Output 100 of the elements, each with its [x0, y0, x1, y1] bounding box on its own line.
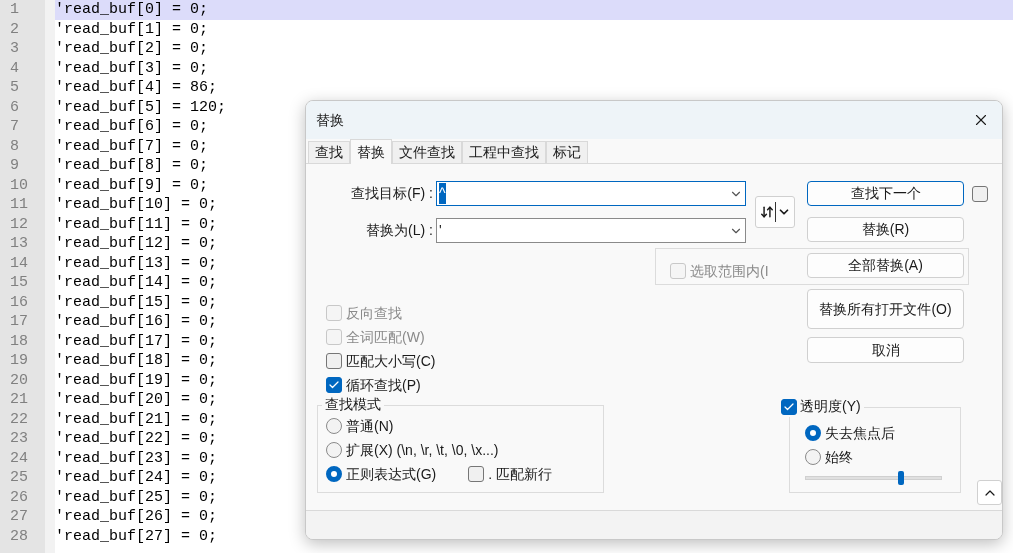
code-text: 'read_buf[8] = 0; [55, 156, 209, 176]
dialog-button[interactable]: 取消 [807, 337, 964, 363]
checkbox[interactable] [326, 353, 342, 369]
code-text: 'read_buf[2] = 0; [55, 39, 209, 59]
line-number: 8 [9, 136, 20, 156]
line-number: 23 [9, 429, 29, 449]
swap-arrows-icon [759, 205, 774, 219]
code-text: 'read_buf[21] = 0; [55, 409, 218, 429]
line-number: 21 [9, 390, 29, 410]
code-text: 'read_buf[23] = 0; [55, 448, 218, 468]
line-number: 15 [9, 273, 29, 293]
radio-label: 普通(N) [346, 416, 394, 436]
line-number: 11 [9, 195, 29, 215]
tab[interactable]: 查找 [308, 141, 350, 163]
line-number: 16 [9, 292, 29, 312]
combo-box[interactable]: ' [436, 218, 746, 243]
line-number: 5 [9, 78, 20, 98]
checkbox-label: 选取范围内(I [690, 261, 769, 281]
dialog-button[interactable]: 全部替换(A) [807, 253, 964, 278]
code-text: 'read_buf[26] = 0; [55, 507, 218, 527]
check-icon [328, 379, 340, 391]
checkbox-label: 循环查找(P) [346, 375, 421, 395]
code-text: 'read_buf[22] = 0; [55, 429, 218, 449]
dialog-button[interactable]: 查找下一个 [807, 181, 964, 206]
checkbox-label: 全词匹配(W) [346, 327, 425, 347]
code-text: 'read_buf[4] = 86; [55, 78, 218, 98]
field-value: ^ [439, 183, 446, 204]
code-text: 'read_buf[3] = 0; [55, 58, 209, 78]
field-label: 查找目标(F) : [350, 184, 434, 203]
tab[interactable]: 替换 [350, 139, 392, 164]
direction-button[interactable] [755, 196, 795, 228]
collapse-button[interactable] [977, 480, 1002, 505]
code-text: 'read_buf[18] = 0; [55, 351, 218, 371]
code-text: 'read_buf[14] = 0; [55, 273, 218, 293]
tab[interactable]: 文件查找 [392, 141, 462, 163]
code-text: 'read_buf[15] = 0; [55, 292, 218, 312]
field-label: 替换为(L) : [365, 221, 434, 240]
line-number: 28 [9, 526, 29, 546]
checkbox-label: 反向查找 [346, 303, 402, 323]
line-number: 12 [9, 214, 29, 234]
line-number: 26 [9, 487, 29, 507]
radio-button[interactable] [326, 442, 342, 458]
tab[interactable]: 标记 [546, 141, 588, 163]
window-title: 替换 [316, 110, 344, 130]
code-text: 'read_buf[24] = 0; [55, 468, 218, 488]
code-text: 'read_buf[9] = 0; [55, 175, 209, 195]
code-text: 'read_buf[10] = 0; [55, 195, 218, 215]
line-number: 3 [9, 39, 20, 59]
dialog-button[interactable]: 替换(R) [807, 217, 964, 242]
line-number: 27 [9, 507, 29, 527]
line-number: 13 [9, 234, 29, 254]
line-number: 2 [9, 19, 20, 39]
line-number: 14 [9, 253, 29, 273]
code-text: 'read_buf[6] = 0; [55, 117, 209, 137]
line-number: 1 [9, 0, 20, 20]
code-text: 'read_buf[12] = 0; [55, 234, 218, 254]
radio-button[interactable] [326, 466, 342, 482]
code-text: 'read_buf[25] = 0; [55, 487, 218, 507]
line-number: 25 [9, 468, 29, 488]
line-number: 6 [9, 97, 20, 117]
checkbox-label: 匹配大小写(C) [346, 351, 436, 371]
radio-button[interactable] [805, 425, 821, 441]
line-number: 18 [9, 331, 29, 351]
tab[interactable]: 工程中查找 [462, 141, 546, 163]
line-number: 19 [9, 351, 29, 371]
line-number: 17 [9, 312, 29, 332]
checkbox[interactable] [468, 466, 485, 482]
code-text: 'read_buf[27] = 0; [55, 526, 218, 546]
opacity-slider[interactable] [805, 471, 942, 485]
radio-label: 正则表达式(G) [346, 464, 437, 484]
checkbox[interactable] [781, 398, 797, 415]
radio-label: 始终 [825, 447, 853, 467]
checkbox[interactable] [972, 186, 988, 202]
code-text: 'read_buf[1] = 0; [55, 19, 209, 39]
code-text: 'read_buf[13] = 0; [55, 253, 218, 273]
code-text: 'read_buf[7] = 0; [55, 136, 209, 156]
code-text: 'read_buf[0] = 0; [55, 0, 209, 20]
code-text: 'read_buf[20] = 0; [55, 390, 218, 410]
field-value: ' [439, 221, 442, 240]
line-number: 4 [9, 58, 20, 78]
code-text: 'read_buf[11] = 0; [55, 214, 218, 234]
line-number: 20 [9, 370, 29, 390]
slider-thumb[interactable] [898, 471, 904, 485]
dialog-button[interactable]: 替换所有打开文件(O) [807, 289, 964, 329]
combo-box[interactable]: ^ [436, 181, 746, 206]
code-text: 'read_buf[19] = 0; [55, 370, 218, 390]
line-number: 10 [9, 175, 29, 195]
code-text: 'read_buf[5] = 120; [55, 97, 227, 117]
radio-label: 失去焦点后 [825, 423, 895, 443]
line-number: 9 [9, 156, 20, 176]
radio-label: 扩展(X) (\n, \r, \t, \0, \x...) [346, 440, 499, 460]
code-text: 'read_buf[16] = 0; [55, 312, 218, 332]
radio-button[interactable] [326, 418, 342, 434]
line-number: 24 [9, 448, 29, 468]
line-number: 7 [9, 117, 20, 137]
checkbox-label: 透明度(Y) [800, 397, 861, 416]
code-text: 'read_buf[17] = 0; [55, 331, 218, 351]
checkbox[interactable] [326, 377, 342, 393]
radio-button[interactable] [805, 449, 821, 465]
line-number: 22 [9, 409, 29, 429]
